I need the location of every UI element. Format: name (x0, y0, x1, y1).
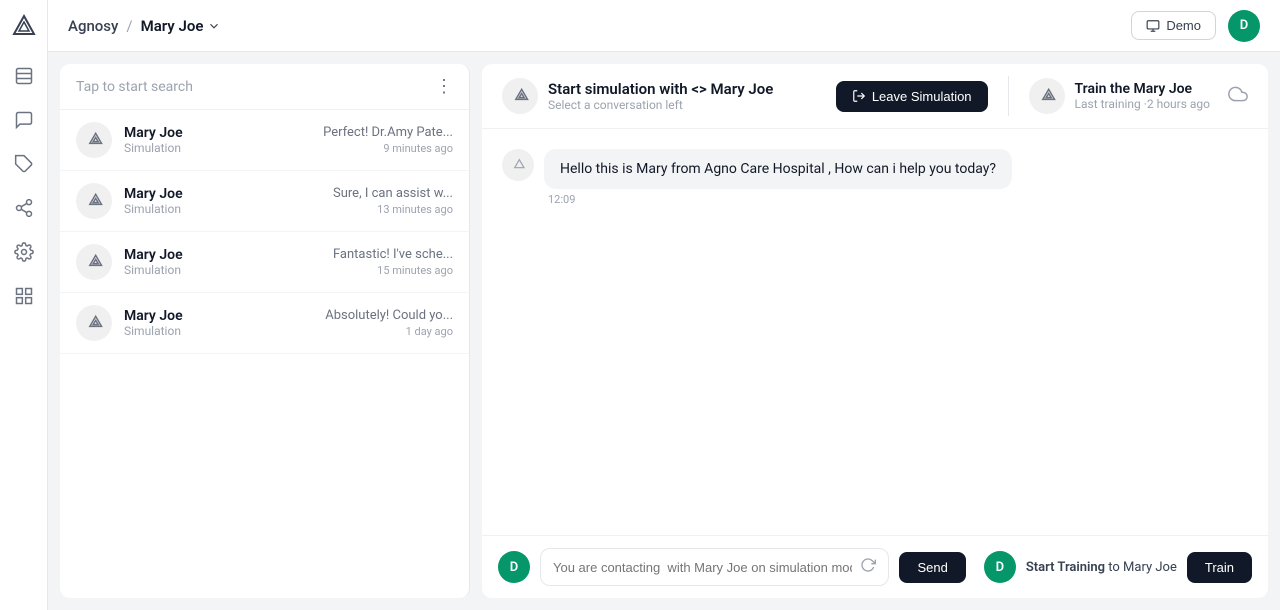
conv-name-0: Mary Joe (124, 125, 311, 141)
conv-name-3: Mary Joe (124, 308, 313, 324)
conv-sub-3: Simulation (124, 324, 313, 338)
app-logo[interactable] (10, 12, 38, 40)
sidebar-icon-tag[interactable] (12, 152, 36, 176)
conv-right-2: Fantastic! I've sche... 15 minutes ago (333, 247, 453, 277)
train-section: Train the Mary Joe Last training ·2 hour… (1029, 78, 1248, 114)
conv-info-2: Mary Joe Simulation (124, 247, 321, 277)
train-info: Train the Mary Joe Last training ·2 hour… (1075, 81, 1210, 111)
conv-preview-2: Fantastic! I've sche... (333, 247, 453, 262)
train-button[interactable]: Train (1187, 552, 1252, 583)
refresh-icon[interactable] (860, 557, 876, 577)
train-footer-text: Start Training to Mary Joe (1026, 560, 1177, 575)
chat-header: Start simulation with <> Mary Joe Select… (482, 64, 1268, 129)
simulation-sub: Select a conversation left (548, 98, 773, 112)
list-item[interactable]: Mary Joe Simulation Absolutely! Could yo… (60, 293, 469, 354)
main-content: Agnosy / Mary Joe Demo D Tap to (48, 0, 1280, 610)
conv-right-3: Absolutely! Could yo... 1 day ago (325, 308, 453, 338)
train-footer-prefix: Start Training (1026, 560, 1105, 575)
leave-icon (852, 89, 866, 103)
sidebar-icon-share[interactable] (12, 196, 36, 220)
leave-simulation-label: Leave Simulation (872, 89, 972, 104)
train-title: Train the Mary Joe (1075, 81, 1210, 97)
conv-time-1: 13 minutes ago (333, 203, 453, 216)
body-area: Tap to start search ⋮ Mary Joe Simulatio… (48, 52, 1280, 610)
simulation-title: Start simulation with <> Mary Joe (548, 80, 773, 98)
footer-user-avatar: D (498, 551, 530, 583)
chat-footer: D Send D Start Training to Mar (482, 535, 1268, 598)
simulation-avatar (502, 78, 538, 114)
chat-messages: Hello this is Mary from Agno Care Hospit… (482, 129, 1268, 535)
conv-time-2: 15 minutes ago (333, 264, 453, 277)
more-options-icon[interactable]: ⋮ (435, 76, 453, 97)
breadcrumb-current: Mary Joe (141, 17, 222, 35)
message-content: Hello this is Mary from Agno Care Hospit… (544, 149, 1012, 206)
leave-simulation-button[interactable]: Leave Simulation (836, 81, 988, 112)
message-input[interactable] (553, 560, 852, 575)
conv-name-1: Mary Joe (124, 186, 321, 202)
chevron-down-icon (207, 19, 221, 33)
train-footer: D Start Training to Mary Joe Train (984, 551, 1252, 583)
conv-name-2: Mary Joe (124, 247, 321, 263)
conv-preview-3: Absolutely! Could yo... (325, 308, 453, 323)
conv-avatar-2 (76, 244, 112, 280)
sidebar-icon-grid[interactable] (12, 284, 36, 308)
demo-icon (1146, 19, 1160, 33)
conv-info-1: Mary Joe Simulation (124, 186, 321, 216)
conv-avatar-1 (76, 183, 112, 219)
breadcrumb-separator: / (126, 17, 132, 35)
top-header: Agnosy / Mary Joe Demo D (48, 0, 1280, 52)
breadcrumb-agnosy[interactable]: Agnosy (68, 17, 118, 35)
conv-info-0: Mary Joe Simulation (124, 125, 311, 155)
conv-sub-0: Simulation (124, 141, 311, 155)
search-placeholder[interactable]: Tap to start search (76, 79, 193, 95)
message-sender-logo (502, 149, 534, 181)
sidebar-icon-chat[interactable] (12, 108, 36, 132)
conv-preview-1: Sure, I can assist w... (333, 186, 453, 201)
train-footer-target: to Mary Joe (1108, 560, 1177, 575)
conv-sub-1: Simulation (124, 202, 321, 216)
conv-right-1: Sure, I can assist w... 13 minutes ago (333, 186, 453, 216)
breadcrumb-current-text: Mary Joe (141, 17, 204, 35)
search-bar: Tap to start search ⋮ (60, 64, 469, 110)
train-footer-avatar: D (984, 551, 1016, 583)
send-button[interactable]: Send (899, 552, 965, 583)
conv-info-3: Mary Joe Simulation (124, 308, 313, 338)
sidebar (0, 0, 48, 610)
conv-time-0: 9 minutes ago (323, 142, 453, 155)
message-input-wrapper (540, 548, 889, 586)
user-avatar[interactable]: D (1228, 10, 1260, 42)
list-item[interactable]: Mary Joe Simulation Fantastic! I've sche… (60, 232, 469, 293)
list-item[interactable]: Mary Joe Simulation Perfect! Dr.Amy Pate… (60, 110, 469, 171)
conv-right-0: Perfect! Dr.Amy Pate... 9 minutes ago (323, 125, 453, 155)
simulation-logo-icon (510, 86, 530, 106)
conv-preview-0: Perfect! Dr.Amy Pate... (323, 125, 453, 140)
cloud-icon (1228, 84, 1248, 108)
header-divider (1008, 76, 1009, 116)
train-logo-icon (1037, 86, 1057, 106)
demo-button-label: Demo (1166, 18, 1201, 33)
simulation-info: Start simulation with <> Mary Joe Select… (548, 80, 773, 112)
train-sub: Last training ·2 hours ago (1075, 97, 1210, 111)
sidebar-icon-layers[interactable] (12, 64, 36, 88)
message-bubble: Hello this is Mary from Agno Care Hospit… (502, 149, 1248, 206)
conv-avatar-0 (76, 122, 112, 158)
list-item[interactable]: Mary Joe Simulation Sure, I can assist w… (60, 171, 469, 232)
simulation-section: Start simulation with <> Mary Joe Select… (502, 78, 824, 114)
conv-sub-2: Simulation (124, 263, 321, 277)
chat-area: Start simulation with <> Mary Joe Select… (482, 64, 1268, 598)
message-text: Hello this is Mary from Agno Care Hospit… (544, 149, 1012, 189)
sidebar-icon-settings[interactable] (12, 240, 36, 264)
demo-button[interactable]: Demo (1131, 11, 1216, 40)
header-right: Demo D (1131, 10, 1260, 42)
conv-time-3: 1 day ago (325, 325, 453, 338)
message-time: 12:09 (544, 193, 1012, 206)
conversation-list: Tap to start search ⋮ Mary Joe Simulatio… (60, 64, 470, 598)
train-avatar (1029, 78, 1065, 114)
conv-avatar-3 (76, 305, 112, 341)
